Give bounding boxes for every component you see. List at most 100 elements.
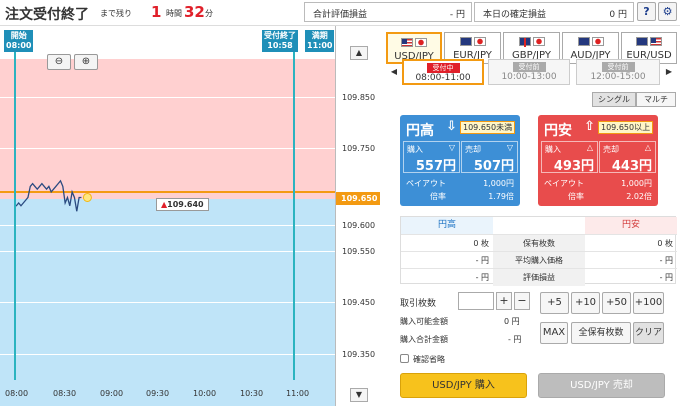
rate-label: 倍率 [430,192,446,201]
expiry-label: 満期 [311,31,328,40]
eu-flag-icon [636,36,648,46]
clear-button[interactable]: クリア [633,322,664,344]
yen-low-buy-price: 493円 [553,159,594,174]
price-axis: ▲ 109.850 109.750 109.650 109.600 109.55… [335,26,380,406]
order-status-title: 注文受付終了 [5,7,89,23]
start-marker-time: 08:00 [6,41,32,50]
y-tick-label: 109.450 [342,298,376,307]
row-label: 評価損益 [493,269,585,286]
us-flag-icon [650,36,662,46]
au-flag-icon [577,36,590,46]
rate-label: 倍率 [568,192,584,201]
remaining-hours: 1 [151,3,162,21]
last-price-tag: ▲109.640 [156,198,209,211]
session-prev-button[interactable]: ◀ [388,60,400,84]
quantity-input[interactable] [458,292,494,310]
position-high-header: 円高 [401,217,493,234]
start-marker: 開始 08:00 [4,30,34,52]
x-tick-label: 11:00 [286,389,310,398]
session-next-button[interactable]: ▶ [663,60,675,84]
position-low-header: 円安 [585,217,677,234]
accept-end-line [293,38,295,380]
jp-flag-icon [473,36,486,46]
table-row: - 円 評価損益 - 円 [401,268,677,286]
add-5-button[interactable]: +5 [540,292,569,314]
expiry-marker: 満期 11:00 [305,30,335,52]
scroll-down-button[interactable]: ▼ [350,388,368,402]
session-status-badge: 受付中 [426,63,460,73]
flags [622,36,676,49]
x-tick-label: 09:00 [100,389,124,398]
gb-flag-icon [518,36,531,47]
start-marker-label: 開始 [10,31,27,40]
quantity-label: 取引枚数 [400,299,437,309]
minutes-unit: 分 [205,9,213,18]
position-blank-header [493,217,585,234]
yen-high-sell-box[interactable]: 売却 ▽ 507円 [461,141,518,174]
skip-confirm-checkbox[interactable] [400,354,409,363]
settings-button[interactable]: ⚙ [658,2,677,21]
yen-high-card[interactable]: 円高 ⇩ 109.650未満 購入 ▽ 557円 売却 ▽ 507円 ペイアウト… [400,115,520,206]
total-amount-label: 購入合計金額 [400,335,448,344]
chevron-left-icon: ◀ [390,67,398,76]
all-holdings-button[interactable]: 全保有枚数 [571,322,631,344]
yen-high-title: 円高 [406,123,434,139]
scroll-up-button[interactable]: ▲ [350,46,368,60]
high-avg-price: - 円 [475,256,489,265]
price-series-line [14,179,82,212]
y-tick-label: 109.350 [342,350,376,359]
session-time: 12:00-15:00 [590,72,646,82]
x-tick-label: 10:30 [240,389,264,398]
total-valuation-value: - 円 [449,10,465,20]
us-flag-icon [401,37,413,47]
triangle-icon: ▽ [506,143,513,152]
sell-button[interactable]: USD/JPY 売却 [538,373,665,398]
yen-low-sell-box[interactable]: 売却 △ 443円 [599,141,656,174]
yen-low-buy-box[interactable]: 購入 △ 493円 [541,141,598,174]
eu-flag-icon [459,36,472,46]
session-time: 10:00-13:00 [501,72,557,82]
add-10-button[interactable]: +10 [571,292,600,314]
quantity-minus-button[interactable]: − [514,292,530,310]
single-mode-button[interactable]: シングル [592,92,636,107]
buy-button[interactable]: USD/JPY 購入 [400,373,527,398]
session-2[interactable]: 受付前 10:00-13:00 [488,59,570,85]
multi-mode-button[interactable]: マルチ [636,92,676,107]
x-tick-label: 10:00 [193,389,217,398]
table-row: 0 枚 保有枚数 0 枚 [401,234,677,252]
flags [445,36,500,49]
expiry-time: 11:00 [307,41,333,50]
low-avg-price: - 円 [659,256,673,265]
flags [563,36,618,49]
session-status-badge: 受付前 [512,62,546,72]
order-panel: USD/JPY EUR/JPY GBP/JPY AUD/JPY EUR/USD … [380,26,680,406]
add-50-button[interactable]: +50 [602,292,631,314]
yen-high-buy-box[interactable]: 購入 ▽ 557円 [403,141,460,174]
quantity-plus-button[interactable]: + [496,292,512,310]
yen-low-sell-price: 443円 [611,159,652,174]
jp-flag-icon [415,37,427,47]
y-tick-label: 109.600 [342,221,376,230]
jp-flag-icon [532,36,545,46]
yen-low-card[interactable]: 円安 ⇧ 109.650以上 購入 △ 493円 売却 △ 443円 ペイアウト… [538,115,658,206]
add-100-button[interactable]: +100 [633,292,664,314]
sell-label: 売却 [465,145,481,154]
accept-end-marker: 受付終了 10:58 [262,30,298,52]
chevron-right-icon: ▶ [665,67,673,76]
row-label: 平均購入価格 [493,252,585,269]
y-tick-label: 109.750 [342,144,376,153]
y-tick-label: 109.850 [342,93,376,102]
arrow-up-icon: ⇧ [584,119,595,134]
help-button[interactable]: ? [637,2,656,21]
session-1[interactable]: 受付中 08:00-11:00 [402,59,484,85]
accept-end-time: 10:58 [267,41,293,50]
session-3[interactable]: 受付前 12:00-15:00 [576,59,660,85]
total-valuation-box: 合計評価損益 - 円 [304,2,472,22]
position-table: 円高 円安 0 枚 保有枚数 0 枚 - 円 平均購入価格 - 円 - 円 評価… [400,216,677,286]
max-button[interactable]: MAX [540,322,568,344]
jp-flag-icon [591,36,604,46]
remaining-minutes: 32 [184,3,205,21]
flags [504,36,559,49]
arrow-down-icon: ⇩ [446,119,457,134]
buy-label: 購入 [545,145,561,154]
